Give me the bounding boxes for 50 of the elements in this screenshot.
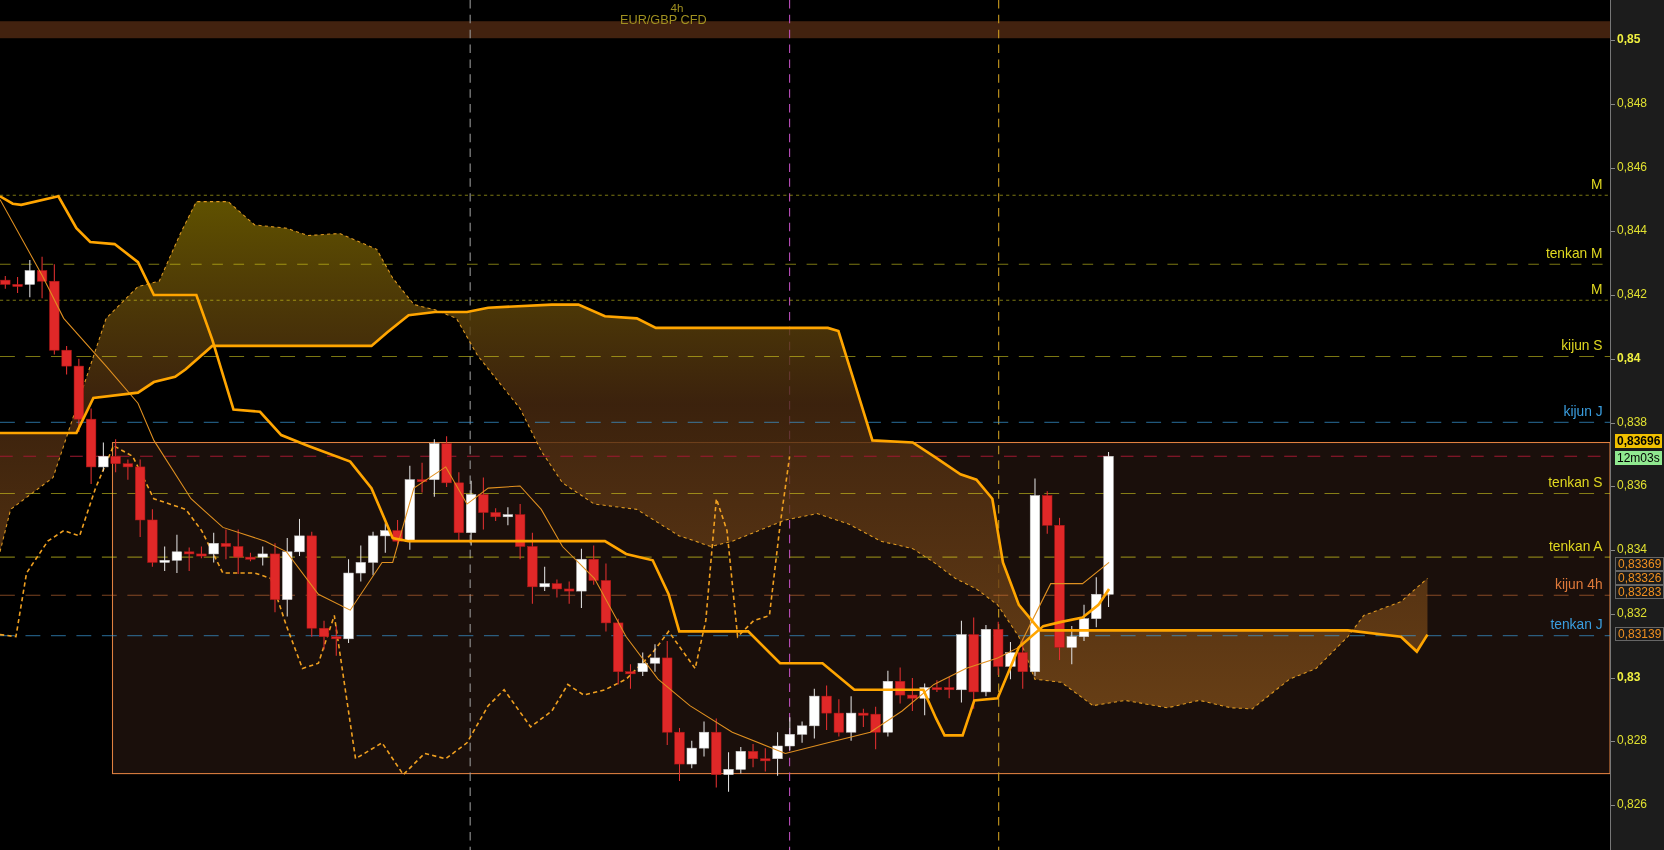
level-label: tenkan M — [1545, 245, 1603, 261]
candlestick — [502, 506, 513, 526]
price-tag: 0,83369 — [1615, 557, 1664, 571]
price-tick-label: 0,834 — [1617, 542, 1648, 556]
price-tag: 0,83326 — [1615, 571, 1664, 585]
level-label: tenkan A — [1548, 538, 1603, 554]
candlestick — [441, 435, 452, 488]
candlestick — [993, 621, 1004, 676]
price-tag: 0,83139 — [1615, 627, 1664, 641]
price-tick-label: 0,842 — [1617, 287, 1648, 301]
level-label: kijun S — [1561, 338, 1603, 354]
price-tick-label: 0,832 — [1617, 605, 1648, 620]
price-tick-label: 0,84 — [1617, 350, 1641, 365]
candlestick — [368, 531, 379, 576]
current-price-tag: 0,83696 — [1615, 434, 1663, 448]
level-label: tenkan J — [1550, 617, 1603, 633]
candlestick — [637, 652, 648, 677]
price-tag: 0,83283 — [1615, 585, 1664, 599]
candlestick — [907, 677, 918, 712]
price-tick-label: 0,844 — [1617, 223, 1648, 238]
timeframe-label: 4h — [670, 0, 684, 14]
candlestick — [1005, 641, 1016, 680]
candlestick — [821, 685, 832, 731]
level-label: tenkan S — [1548, 475, 1603, 491]
candlestick — [784, 716, 795, 751]
candlestick — [895, 666, 906, 705]
candlestick — [453, 471, 464, 542]
price-tick-label: 0,826 — [1617, 797, 1648, 811]
price-tick-label: 0,83 — [1617, 669, 1641, 684]
candlestick — [466, 480, 477, 546]
candlestick — [0, 275, 11, 290]
candlestick — [551, 578, 562, 598]
candlestick — [515, 503, 526, 560]
price-tick-label: 0,828 — [1617, 733, 1648, 748]
candlestick — [833, 698, 844, 737]
level-label: kijun J — [1563, 404, 1603, 419]
level-label: M — [1591, 281, 1603, 297]
candlestick — [220, 529, 231, 560]
price-tick-label: 0,846 — [1617, 159, 1648, 174]
candlestick — [380, 522, 391, 554]
level-label: M — [1591, 176, 1603, 192]
price-tick-label: 0,836 — [1617, 478, 1648, 493]
price-tick-label: 0,838 — [1617, 414, 1648, 429]
countdown-tag: 12m03s — [1615, 451, 1662, 465]
candlestick — [1078, 604, 1090, 642]
candlestick — [748, 743, 759, 768]
price-tick-label: 0,85 — [1617, 32, 1641, 46]
symbol-label: EUR/GBP CFD — [619, 12, 707, 28]
price-tick-label: 0,848 — [1617, 95, 1648, 110]
level-label: kijun 4h — [1555, 576, 1603, 592]
